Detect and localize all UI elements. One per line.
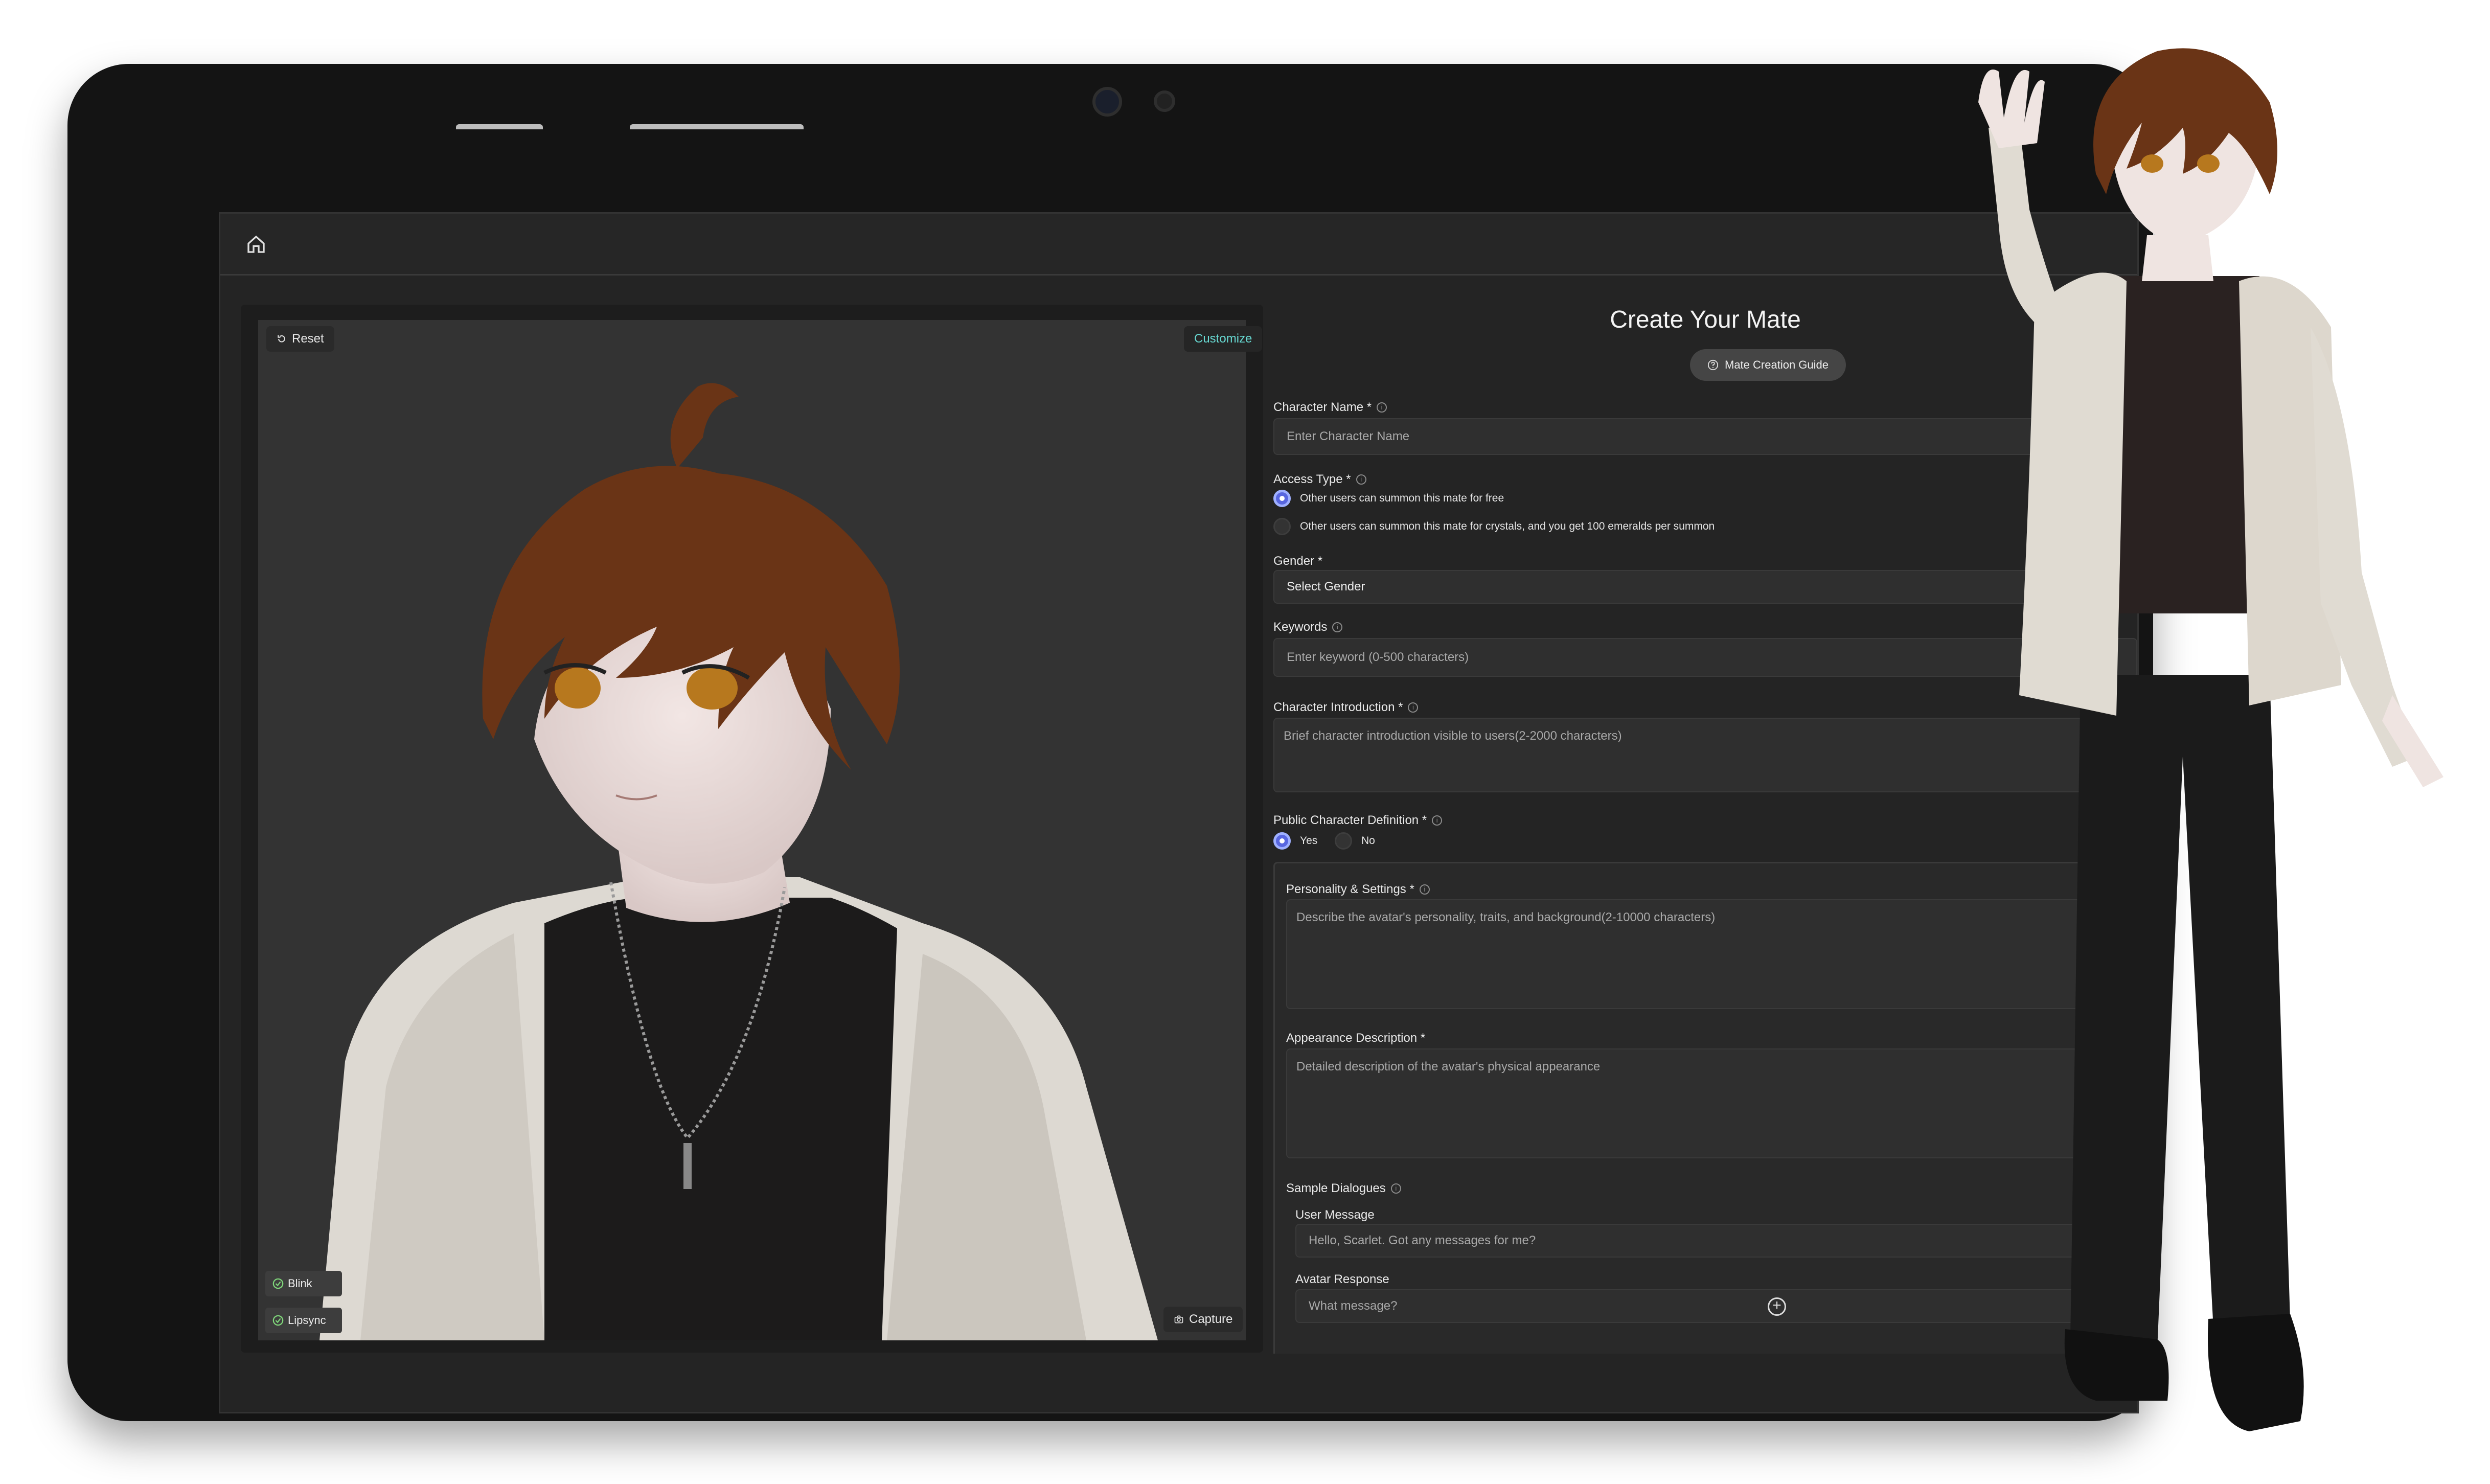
access-free-radio[interactable]: Other users can summon this mate for fre… — [1273, 490, 1504, 507]
reset-button[interactable]: Reset — [266, 326, 334, 352]
app-screen: Reset Customize Blink Lipsync Capture Cr… — [219, 212, 2139, 1413]
plus-circle-icon: + — [1772, 1297, 1781, 1314]
lipsync-toggle[interactable]: Lipsync — [265, 1308, 342, 1333]
top-bar — [220, 214, 2137, 276]
info-icon[interactable]: i — [1408, 702, 1419, 713]
capture-label: Capture — [1189, 1312, 1233, 1326]
sample-dialogues-label: Sample Dialogues i — [1286, 1181, 1401, 1196]
public-no-radio[interactable]: No — [1335, 832, 1375, 850]
info-icon[interactable]: i — [1390, 1183, 1401, 1194]
reset-icon — [278, 335, 285, 343]
guide-label: Mate Creation Guide — [1725, 358, 1829, 371]
camera-lens — [1092, 87, 1122, 117]
sensor — [1154, 90, 1175, 112]
public-yes-radio[interactable]: Yes — [1273, 832, 1317, 850]
blink-label: Blink — [288, 1277, 312, 1290]
radio-indicator — [1273, 518, 1291, 535]
gender-label: Gender * — [1273, 554, 1323, 568]
info-icon[interactable]: i — [1377, 402, 1387, 413]
mate-creation-guide-button[interactable]: Mate Creation Guide — [1690, 349, 1846, 381]
customize-label: Customize — [1194, 332, 1252, 346]
appearance-label: Appearance Description * — [1286, 1031, 1426, 1045]
info-icon[interactable]: i — [1432, 815, 1443, 826]
radio-selected-indicator — [1273, 832, 1291, 850]
check-circle-icon — [272, 1315, 284, 1326]
reset-label: Reset — [292, 332, 324, 346]
introduction-label: Character Introduction * i — [1273, 700, 1419, 715]
avatar-response-label: Avatar Response — [1295, 1272, 1389, 1286]
info-icon[interactable]: i — [1332, 622, 1343, 632]
info-icon[interactable]: i — [1356, 474, 1366, 485]
capture-button[interactable]: Capture — [1163, 1307, 1243, 1332]
radio-indicator — [1335, 832, 1352, 850]
character-full-body-illustration — [1978, 48, 2443, 1431]
user-message-label: User Message — [1295, 1208, 1375, 1222]
tablet-button — [456, 124, 543, 129]
radio-selected-indicator — [1273, 490, 1291, 507]
camera-icon — [1174, 1315, 1183, 1323]
tablet-frame: Reset Customize Blink Lipsync Capture Cr… — [67, 64, 2153, 1421]
character-name-label: Character Name * i — [1273, 400, 1387, 415]
access-paid-radio[interactable]: Other users can summon this mate for cry… — [1273, 518, 1715, 535]
check-circle-icon — [272, 1278, 284, 1289]
info-icon[interactable]: i — [1419, 884, 1430, 895]
access-type-label: Access Type * i — [1273, 472, 1366, 487]
customize-button[interactable]: Customize — [1184, 326, 1263, 352]
keywords-label: Keywords i — [1273, 620, 1343, 634]
home-icon[interactable] — [246, 234, 266, 255]
avatar-viewer-panel: Reset Customize Blink Lipsync Capture — [241, 305, 1263, 1353]
help-icon — [1707, 359, 1719, 371]
lipsync-label: Lipsync — [288, 1314, 326, 1327]
tablet-button — [630, 124, 804, 129]
avatar-render — [319, 383, 1158, 1340]
public-definition-label: Public Character Definition * i — [1273, 813, 1443, 828]
add-dialogue-button[interactable]: + — [1768, 1297, 1786, 1316]
avatar-viewport[interactable] — [258, 320, 1246, 1340]
blink-toggle[interactable]: Blink — [265, 1271, 342, 1296]
personality-label: Personality & Settings * i — [1286, 882, 1430, 897]
